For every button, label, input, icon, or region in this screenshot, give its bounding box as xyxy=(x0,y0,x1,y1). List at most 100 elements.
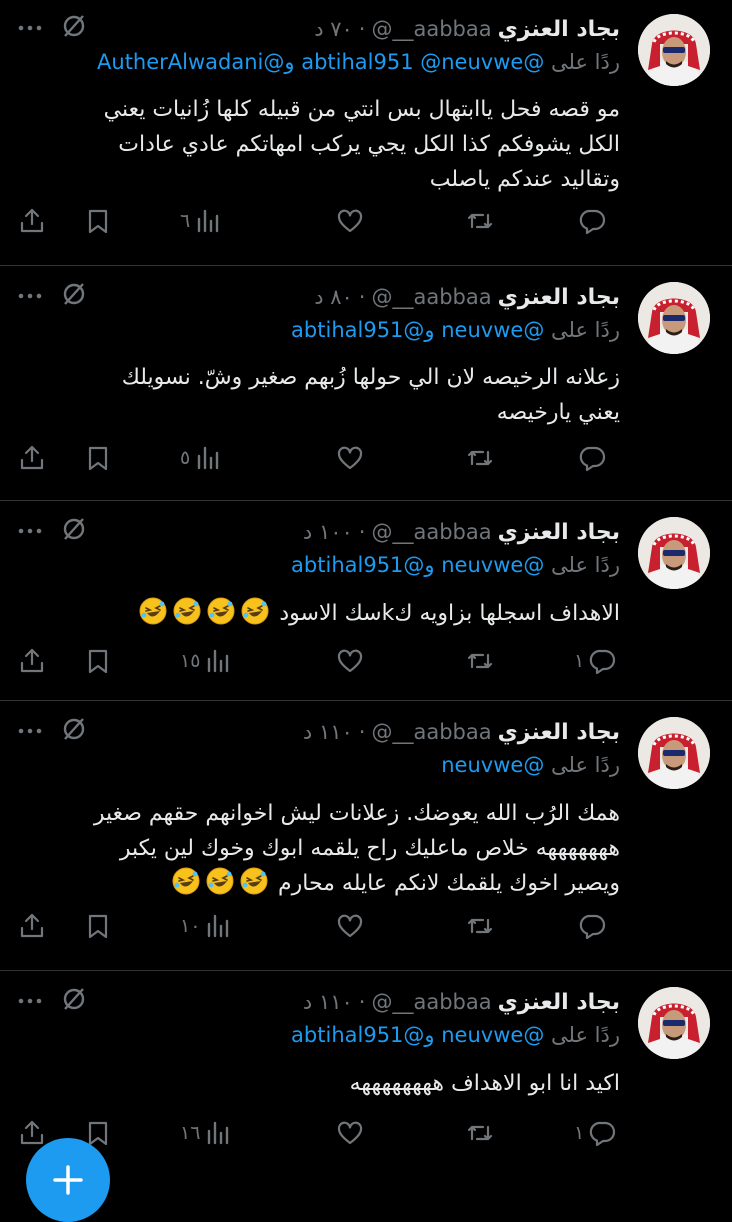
views-icon xyxy=(194,207,222,235)
share-button[interactable] xyxy=(18,1119,46,1147)
reply-button[interactable]: ١ xyxy=(574,1119,616,1147)
author-handle[interactable]: @__aabbaa xyxy=(371,520,491,544)
more-icon[interactable] xyxy=(16,987,44,1019)
reply-label: ردًا على xyxy=(551,318,620,342)
no-view-icon xyxy=(60,280,88,312)
tweet-line-text: هههههههه خلاص ماعليك راح يلقمه ابوك وخوك… xyxy=(119,836,620,861)
timestamp[interactable]: ١١٠ د xyxy=(303,720,353,744)
retweet-button[interactable] xyxy=(466,444,494,472)
divider xyxy=(0,500,732,501)
tweet-line-text: الاهداف اسجلها بزاويه كkسك الاسود xyxy=(279,601,620,626)
reply-context: ردًا على @neuvwe و@abtihal951 xyxy=(291,1023,620,1047)
retweet-button[interactable] xyxy=(466,207,494,235)
avatar[interactable] xyxy=(638,717,710,789)
divider xyxy=(0,970,732,971)
views-button[interactable]: ١٠ xyxy=(180,912,232,940)
reply-button[interactable] xyxy=(574,207,606,235)
author-handle[interactable]: @__aabbaa xyxy=(371,17,491,41)
author-name[interactable]: بجاد العنزي xyxy=(498,17,620,42)
tweet[interactable]: بجاد العنزي @__aabbaa · ٧٠ د ردًا على @abtih… xyxy=(0,0,732,1199)
divider xyxy=(0,700,732,701)
author-name[interactable]: بجاد العنزي xyxy=(498,720,620,745)
author-handle[interactable]: @__aabbaa xyxy=(371,990,491,1014)
views-button[interactable]: ١٦ xyxy=(180,1119,232,1147)
reply-button[interactable]: ١ xyxy=(574,647,616,675)
bookmark-button[interactable] xyxy=(84,647,112,675)
timestamp[interactable]: ٧٠ د xyxy=(314,17,353,41)
views-button[interactable]: ٥ xyxy=(180,444,222,472)
rolling-laughing-emoji xyxy=(240,596,270,626)
no-view-icon xyxy=(60,515,88,547)
tweet-text: مو قصه فحل ياابتهال بس انتي من قبيله كله… xyxy=(22,92,620,197)
timestamp[interactable]: ١١٠ د xyxy=(303,990,353,1014)
tweet-header: بجاد العنزي @__aabbaa · ٨٠ د xyxy=(314,282,620,312)
author-name[interactable]: بجاد العنزي xyxy=(498,990,620,1015)
tweet-header: بجاد العنزي @__aabbaa · ١١٠ د xyxy=(303,987,620,1017)
more-icon[interactable] xyxy=(16,282,44,314)
bookmark-button[interactable] xyxy=(84,444,112,472)
reply-mentions[interactable]: @neuvwe و@abtihal951 xyxy=(291,318,544,342)
tweet-line: الاهداف اسجلها بزاويه كkسك الاسود xyxy=(22,596,620,631)
share-icon xyxy=(18,444,46,472)
views-button[interactable]: ١٥ xyxy=(180,647,232,675)
reply-mentions[interactable]: @abtihal951 @neuvwe و@AutherAlwadani xyxy=(97,50,544,74)
avatar[interactable] xyxy=(638,14,710,86)
tweet[interactable]: بجاد العنزي @__aabbaa · ٨٠ د ردًا على @neuvw… xyxy=(0,0,732,1199)
like-button[interactable] xyxy=(336,207,364,235)
reply-label: ردًا على xyxy=(551,50,620,74)
reply-button[interactable] xyxy=(574,444,606,472)
views-icon xyxy=(194,444,222,472)
more-icon[interactable] xyxy=(16,14,44,46)
author-handle[interactable]: @__aabbaa xyxy=(371,285,491,309)
rolling-laughing-emoji xyxy=(239,866,269,896)
tweet-line-text: يعني يارخيصه xyxy=(496,400,620,425)
more-icon[interactable] xyxy=(16,717,44,749)
avatar[interactable] xyxy=(638,987,710,1059)
bookmark-button[interactable] xyxy=(84,912,112,940)
tweet-line-text: وتقاليد عندكم ياصلب xyxy=(429,167,620,192)
author-name[interactable]: بجاد العنزي xyxy=(498,520,620,545)
share-icon xyxy=(18,912,46,940)
tweet-line-text: الكل يشوفكم كذا الكل يجي يركب امهاتكم عا… xyxy=(118,132,620,157)
retweet-button[interactable] xyxy=(466,912,494,940)
share-button[interactable] xyxy=(18,207,46,235)
reply-mentions[interactable]: @neuvwe و@abtihal951 xyxy=(291,1023,544,1047)
separator-dot: · xyxy=(358,285,366,309)
retweet-button[interactable] xyxy=(466,647,494,675)
share-button[interactable] xyxy=(18,444,46,472)
retweet-button[interactable] xyxy=(466,1119,494,1147)
more-icon[interactable] xyxy=(16,517,44,549)
tweet-line-text: اكيد انا ابو الاهداف ههههههههه xyxy=(349,1071,620,1096)
reply-label: ردًا على xyxy=(551,553,620,577)
views-button[interactable]: ٦ xyxy=(180,207,222,235)
reply-button[interactable] xyxy=(574,912,606,940)
like-button[interactable] xyxy=(336,1119,364,1147)
rolling-laughing-emoji xyxy=(206,596,236,626)
like-button[interactable] xyxy=(336,912,364,940)
bookmark-icon xyxy=(84,912,112,940)
like-button[interactable] xyxy=(336,444,364,472)
like-button[interactable] xyxy=(336,647,364,675)
separator-dot: · xyxy=(358,17,366,41)
reply-mentions[interactable]: @neuvwe و@abtihal951 xyxy=(291,553,544,577)
share-button[interactable] xyxy=(18,647,46,675)
author-name[interactable]: بجاد العنزي xyxy=(498,285,620,310)
timestamp[interactable]: ١٠٠ د xyxy=(303,520,353,544)
share-button[interactable] xyxy=(18,912,46,940)
author-handle[interactable]: @__aabbaa xyxy=(371,720,491,744)
like-icon xyxy=(336,647,364,675)
tweet[interactable]: بجاد العنزي @__aabbaa · ١١٠ د ردًا على @neuv… xyxy=(0,0,732,1199)
bookmark-icon xyxy=(84,444,112,472)
avatar[interactable] xyxy=(638,282,710,354)
tweet-line: ويصير اخوك يلقمك لانكم عايله محارم xyxy=(22,866,620,901)
tweet[interactable]: بجاد العنزي @__aabbaa · ١٠٠ د ردًا على @neuv… xyxy=(0,0,732,1199)
avatar[interactable] xyxy=(638,517,710,589)
reply-context: ردًا على @neuvwe xyxy=(441,753,620,777)
bookmark-button[interactable] xyxy=(84,207,112,235)
timestamp[interactable]: ٨٠ د xyxy=(314,285,353,309)
reply-mentions[interactable]: @neuvwe xyxy=(441,753,544,777)
like-icon xyxy=(336,444,364,472)
tweet-text: همك الرُب الله يعوضك. زعلانات ليش اخوانه… xyxy=(22,796,620,901)
tweet[interactable]: بجاد العنزي @__aabbaa · ١١٠ د ردًا على @neuv… xyxy=(0,0,732,1199)
compose-button[interactable] xyxy=(26,1138,110,1222)
